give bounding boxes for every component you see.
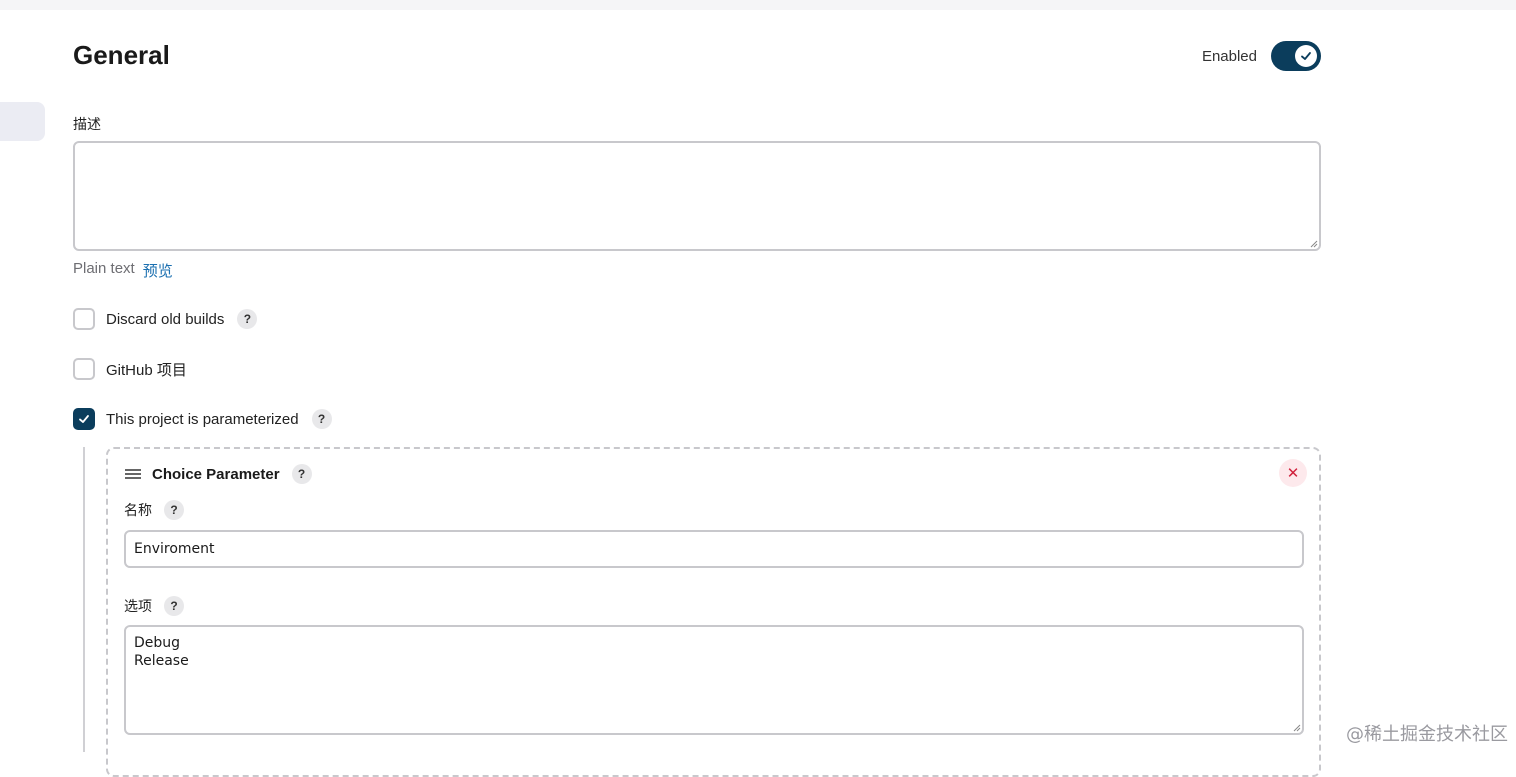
option-label: This project is parameterized bbox=[106, 411, 299, 428]
choices-textarea[interactable]: Debug Release bbox=[124, 625, 1304, 735]
description-textarea[interactable] bbox=[73, 141, 1321, 251]
toggle-knob bbox=[1295, 45, 1317, 67]
card-header: Choice Parameter ? bbox=[124, 462, 312, 486]
parameterized-checkbox[interactable] bbox=[73, 408, 95, 430]
help-icon[interactable]: ? bbox=[292, 464, 312, 484]
choice-line: Debug bbox=[134, 634, 1294, 652]
option-label: GitHub 项目 bbox=[106, 359, 187, 380]
choice-line: Release bbox=[134, 652, 1294, 670]
name-label: 名称 bbox=[124, 500, 152, 520]
help-icon[interactable]: ? bbox=[164, 596, 184, 616]
drag-handle-icon[interactable] bbox=[124, 467, 142, 481]
choices-label: 选项 bbox=[124, 596, 152, 616]
help-icon[interactable]: ? bbox=[237, 309, 257, 329]
description-label: 描述 bbox=[73, 114, 101, 134]
watermark: @稀土掘金技术社区 bbox=[1346, 720, 1508, 746]
sidebar-active-tab[interactable] bbox=[0, 102, 45, 141]
option-discard-old-builds: Discard old builds ? bbox=[73, 307, 257, 331]
name-label-row: 名称 ? bbox=[124, 500, 184, 520]
nesting-line bbox=[83, 447, 85, 752]
plain-text-label: Plain text bbox=[73, 260, 135, 281]
card-title: Choice Parameter bbox=[152, 466, 280, 483]
github-project-checkbox[interactable] bbox=[73, 358, 95, 380]
option-label: Discard old builds bbox=[106, 311, 224, 328]
remove-parameter-button[interactable]: ✕ bbox=[1279, 459, 1307, 487]
help-icon[interactable]: ? bbox=[164, 500, 184, 520]
enabled-toggle[interactable] bbox=[1271, 41, 1321, 71]
discard-old-builds-checkbox[interactable] bbox=[73, 308, 95, 330]
config-section: General Enabled 描述 Plain text 预览 Discard… bbox=[73, 0, 1321, 752]
description-format-row: Plain text 预览 bbox=[73, 260, 173, 281]
enabled-label: Enabled bbox=[1202, 48, 1257, 65]
section-title: General bbox=[73, 40, 170, 71]
option-parameterized: This project is parameterized ? bbox=[73, 407, 332, 431]
option-github-project: GitHub 项目 bbox=[73, 357, 187, 381]
preview-link[interactable]: 预览 bbox=[143, 260, 173, 281]
resize-grip-icon[interactable] bbox=[1308, 238, 1318, 248]
choice-parameter-card: Choice Parameter ? ✕ 名称 ? 选项 ? Debug Rel… bbox=[106, 447, 1321, 777]
choices-label-row: 选项 ? bbox=[124, 596, 184, 616]
close-icon: ✕ bbox=[1287, 464, 1300, 482]
check-icon bbox=[1300, 50, 1312, 62]
enabled-toggle-group: Enabled bbox=[1202, 41, 1321, 71]
parameter-name-input[interactable] bbox=[124, 530, 1304, 568]
resize-grip-icon[interactable] bbox=[1291, 722, 1301, 732]
help-icon[interactable]: ? bbox=[312, 409, 332, 429]
check-icon bbox=[78, 413, 90, 425]
